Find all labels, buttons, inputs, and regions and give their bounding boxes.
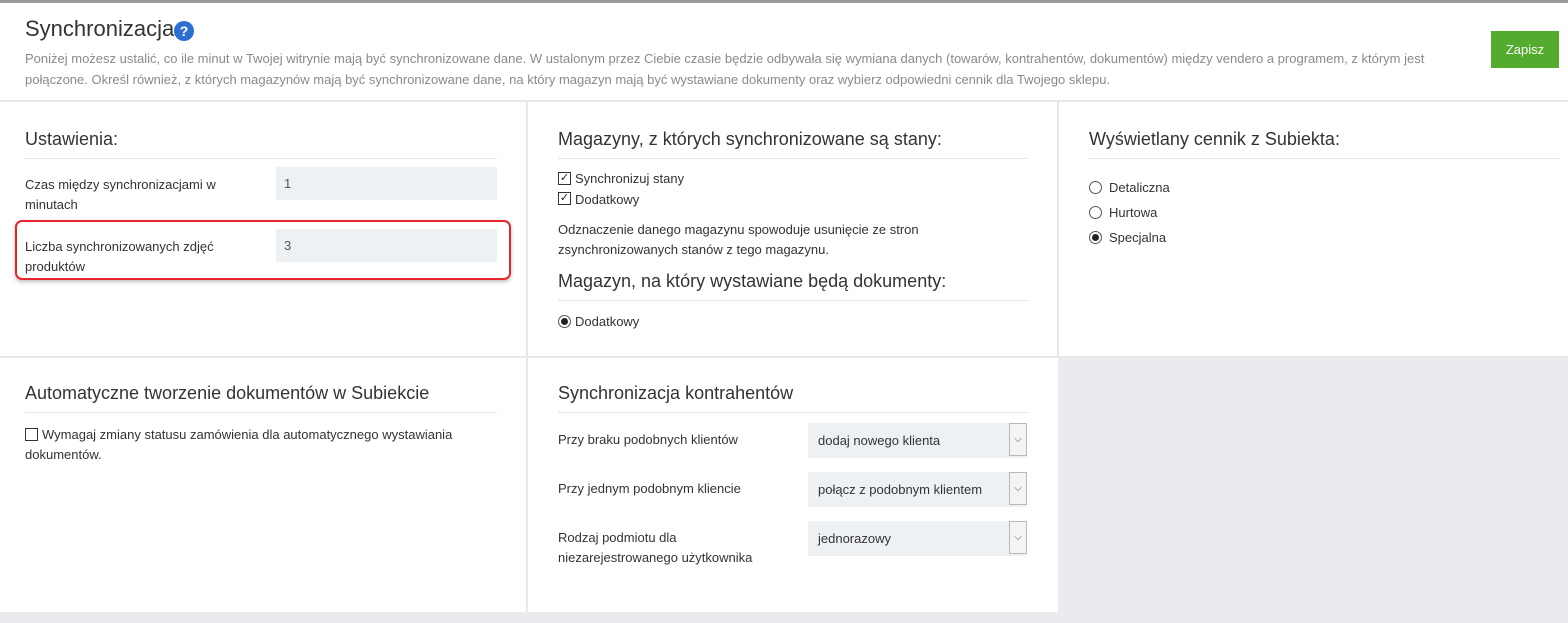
page-header: Synchronizacja ? Poniżej możesz ustalić,… bbox=[0, 3, 1568, 101]
sync-interval-label: Czas między synchronizacjami w minutach bbox=[25, 177, 216, 212]
chevron-down-icon: ⌵ bbox=[1009, 521, 1027, 554]
pricelist-panel: Wyświetlany cennik z Subiekta: Detaliczn… bbox=[1059, 102, 1568, 357]
sync-interval-input[interactable]: 1 bbox=[276, 167, 497, 200]
no-similar-select[interactable]: dodaj nowego klienta ⌵ bbox=[808, 423, 1027, 458]
page-description: Poniżej możesz ustalić, co ile minut w T… bbox=[25, 51, 1425, 87]
save-button[interactable]: Zapisz bbox=[1491, 31, 1559, 68]
settings-title: Ustawienia: bbox=[25, 129, 497, 159]
pricelist-option-detaliczna: Detaliczna bbox=[1109, 180, 1170, 195]
doc-warehouse-label: Dodatkowy bbox=[575, 314, 640, 329]
chevron-down-icon: ⌵ bbox=[1009, 472, 1027, 505]
photo-count-highlight bbox=[15, 220, 511, 280]
additional-warehouse-label: Dodatkowy bbox=[575, 192, 640, 207]
no-similar-label: Przy braku podobnych klientów bbox=[558, 432, 738, 447]
settings-panel: Ustawienia: Czas między synchronizacjami… bbox=[0, 102, 527, 357]
warehouses-panel: Magazyny, z których synchronizowane są s… bbox=[528, 102, 1058, 357]
entity-type-value: jednorazowy bbox=[818, 531, 891, 546]
no-similar-value: dodaj nowego klienta bbox=[818, 433, 941, 448]
entity-type-label: Rodzaj podmiotu dla niezarejestrowanego … bbox=[558, 530, 753, 565]
require-status-label: Wymagaj zmiany statusu zamówienia dla au… bbox=[25, 427, 453, 462]
additional-warehouse-checkbox[interactable]: ✓ bbox=[558, 192, 571, 205]
pricelist-option-hurtowa: Hurtowa bbox=[1109, 205, 1158, 220]
contractors-title: Synchronizacja kontrahentów bbox=[558, 383, 1028, 413]
sync-stock-label: Synchronizuj stany bbox=[575, 171, 685, 186]
pricelist-option-specjalna: Specjalna bbox=[1109, 230, 1167, 245]
autodocs-title: Automatyczne tworzenie dokumentów w Subi… bbox=[25, 383, 497, 413]
warehouses-note: Odznaczenie danego magazynu spowoduje us… bbox=[558, 222, 919, 257]
one-similar-value: połącz z podobnym klientem bbox=[818, 482, 983, 497]
one-similar-select[interactable]: połącz z podobnym klientem ⌵ bbox=[808, 472, 1027, 507]
contractors-panel: Synchronizacja kontrahentów Przy braku p… bbox=[528, 358, 1058, 612]
autodocs-panel: Automatyczne tworzenie dokumentów w Subi… bbox=[0, 358, 527, 612]
sync-stock-checkbox[interactable]: ✓ bbox=[558, 172, 571, 185]
entity-type-select[interactable]: jednorazowy ⌵ bbox=[808, 521, 1027, 556]
help-icon[interactable]: ? bbox=[174, 21, 194, 41]
pricelist-radio-specjalna[interactable] bbox=[1089, 231, 1102, 244]
pricelist-title: Wyświetlany cennik z Subiekta: bbox=[1089, 129, 1559, 159]
chevron-down-icon: ⌵ bbox=[1009, 423, 1027, 456]
page-title: Synchronizacja bbox=[25, 16, 175, 41]
doc-warehouse-title: Magazyn, na który wystawiane będą dokume… bbox=[558, 271, 1028, 301]
doc-warehouse-radio[interactable] bbox=[558, 315, 571, 328]
pricelist-radio-detaliczna[interactable] bbox=[1089, 181, 1102, 194]
pricelist-radio-hurtowa[interactable] bbox=[1089, 206, 1102, 219]
one-similar-label: Przy jednym podobnym kliencie bbox=[558, 481, 741, 496]
warehouses-title: Magazyny, z których synchronizowane są s… bbox=[558, 129, 1028, 159]
